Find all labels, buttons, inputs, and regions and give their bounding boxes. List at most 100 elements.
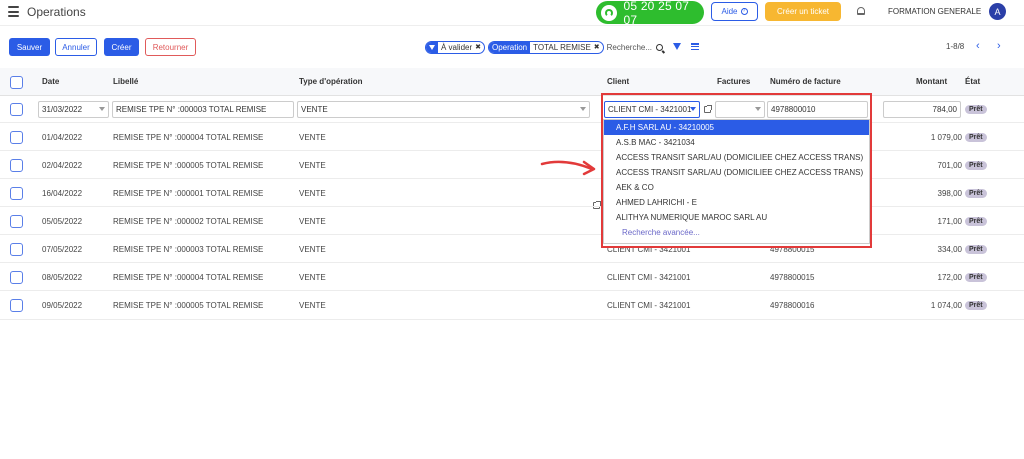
help-label: Aide [721, 7, 738, 16]
cell-montant: 172,00 [937, 273, 962, 282]
cell-libelle: REMISE TPE N° :000001 TOTAL REMISE [113, 189, 264, 198]
cell-type: VENTE [299, 217, 326, 226]
montant-input[interactable]: 784,00 [883, 101, 961, 118]
create-button[interactable]: Créer [104, 38, 139, 56]
col-type[interactable]: Type d'opération [299, 77, 363, 86]
status-badge: Prêt [965, 301, 987, 310]
return-button[interactable]: Retourner [145, 38, 196, 56]
cell-montant: 171,00 [937, 217, 962, 226]
cancel-button[interactable]: Annuler [55, 38, 97, 56]
cell-montant: 701,00 [937, 161, 962, 170]
phone-support-button[interactable]: 05 20 25 07 07 [596, 0, 704, 27]
cell-libelle: REMISE TPE N° :000002 TOTAL REMISE [113, 217, 264, 226]
bell-icon[interactable] [857, 7, 865, 15]
cell-type: VENTE [299, 161, 326, 170]
select-all-checkbox[interactable] [10, 76, 23, 89]
cell-montant: 1 079,00 [930, 133, 962, 142]
filter-chip-status[interactable]: À valider ✖ [425, 40, 485, 54]
col-factures[interactable]: Factures [717, 77, 750, 86]
cell-montant: 1 074,00 [930, 301, 962, 310]
libelle-input[interactable]: REMISE TPE N° :000003 TOTAL REMISE [112, 101, 294, 118]
phone-number: 05 20 25 07 07 [623, 0, 690, 27]
filter-chip-head [426, 41, 438, 53]
row-checkbox[interactable] [10, 299, 23, 312]
list-view-icon[interactable] [691, 43, 699, 50]
cell-montant: 334,00 [937, 245, 962, 254]
status-badge: Prêt [965, 161, 987, 170]
status-badge: Prêt [965, 245, 987, 254]
cell-type: VENTE [299, 273, 326, 282]
cell-type: VENTE [299, 245, 326, 254]
funnel-icon [429, 44, 435, 50]
row-checkbox[interactable] [10, 187, 23, 200]
red-arrow-annotation [540, 160, 596, 176]
avatar[interactable]: A [989, 3, 1006, 20]
col-client[interactable]: Client [607, 77, 629, 86]
row-checkbox[interactable] [10, 131, 23, 144]
pager-range: 1-8/8 [946, 42, 965, 51]
filter-chip-operation[interactable]: Operation TOTAL REMISE ✖ [488, 40, 604, 54]
status-badge: Prêt [965, 189, 987, 198]
col-montant[interactable]: Montant [916, 77, 947, 86]
chevron-down-icon [580, 107, 586, 111]
cell-libelle: REMISE TPE N° :000004 TOTAL REMISE [113, 133, 264, 142]
col-numero[interactable]: Numéro de facture [770, 77, 841, 86]
cell-libelle: REMISE TPE N° :000003 TOTAL REMISE [113, 245, 264, 254]
filter-chip-value: TOTAL REMISE [533, 42, 591, 52]
cell-client: CLIENT CMI - 3421001 [607, 301, 691, 310]
menu-icon[interactable] [8, 6, 19, 17]
type-select[interactable]: VENTE [297, 101, 590, 118]
chevron-down-icon [99, 107, 105, 111]
row-checkbox[interactable] [10, 159, 23, 172]
create-ticket-button[interactable]: Créer un ticket [765, 2, 841, 21]
row-checkbox[interactable] [10, 271, 23, 284]
row-checkbox[interactable] [10, 215, 23, 228]
cell-numero: 4978800016 [770, 301, 815, 310]
close-icon[interactable]: ✖ [475, 43, 484, 51]
cell-date: 02/04/2022 [42, 161, 83, 170]
cell-libelle: REMISE TPE N° :000005 TOTAL REMISE [113, 161, 264, 170]
cell-client: CLIENT CMI - 3421001 [607, 273, 691, 282]
col-libelle[interactable]: Libellé [113, 77, 138, 86]
row-checkbox[interactable] [10, 243, 23, 256]
cell-date: 05/05/2022 [42, 217, 83, 226]
cell-date: 08/05/2022 [42, 273, 83, 282]
cell-montant: 398,00 [937, 189, 962, 198]
table-row[interactable]: 09/05/2022 REMISE TPE N° :000005 TOTAL R… [0, 291, 1024, 320]
cell-libelle: REMISE TPE N° :000005 TOTAL REMISE [113, 301, 264, 310]
status-badge: Prêt [965, 217, 987, 226]
headset-icon [601, 4, 617, 21]
date-value: 31/03/2022 [42, 105, 83, 114]
table-row[interactable]: 08/05/2022 REMISE TPE N° :000004 TOTAL R… [0, 263, 1024, 291]
cell-type: VENTE [299, 133, 326, 142]
close-icon[interactable]: ✖ [594, 43, 603, 51]
cell-date: 09/05/2022 [42, 301, 83, 310]
question-icon: ? [740, 8, 748, 15]
type-value: VENTE [301, 105, 328, 114]
cell-numero: 4978800015 [770, 273, 815, 282]
filter-icon[interactable] [673, 43, 681, 50]
status-badge: Prêt [965, 133, 987, 142]
date-input[interactable]: 31/03/2022 [38, 101, 109, 118]
filter-chip-label: À valider [441, 42, 473, 52]
cell-date: 01/04/2022 [42, 133, 83, 142]
status-badge: Prêt [965, 273, 987, 282]
page-title: Operations [27, 5, 86, 19]
company-name[interactable]: FORMATION GENERALE [888, 7, 981, 16]
col-date[interactable]: Date [42, 77, 59, 86]
top-bar: Operations 05 20 25 07 07 Aide ? Créer u… [0, 0, 1024, 27]
chevron-left-icon[interactable]: ‹ [976, 41, 980, 52]
save-button[interactable]: Sauver [9, 38, 50, 56]
search-input[interactable]: Recherche... [607, 43, 652, 52]
col-etat[interactable]: État [965, 77, 980, 86]
chevron-right-icon[interactable]: › [997, 41, 1001, 52]
filter-chip-field: Operation [489, 41, 531, 53]
cell-date: 07/05/2022 [42, 245, 83, 254]
search-bar: À valider ✖ Operation TOTAL REMISE ✖ Rec… [425, 40, 664, 54]
help-button[interactable]: Aide ? [711, 2, 758, 21]
highlight-box [601, 93, 872, 248]
cell-type: VENTE [299, 189, 326, 198]
search-icon[interactable] [656, 43, 664, 51]
row-checkbox[interactable] [10, 103, 23, 116]
table-header: Date Libellé Type d'opération Client Fac… [0, 68, 1024, 96]
